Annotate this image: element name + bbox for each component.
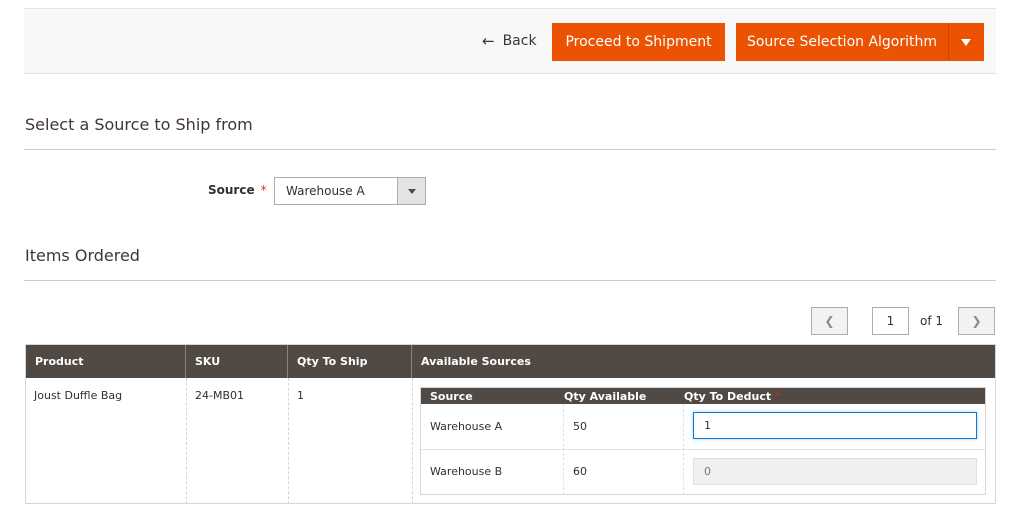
required-marker: * [775,389,781,403]
qty-to-deduct-label: Qty To Deduct [684,389,772,403]
select-caret[interactable] [397,178,425,204]
cell-source: Warehouse B [430,465,503,478]
column-header-qty-to-ship: Qty To Ship [288,345,412,378]
chevron-right-icon: ❯ [971,314,982,328]
row-divider [421,449,985,450]
column-header-qty-to-deduct: Qty To Deduct * [684,388,781,404]
source-selection-algorithm-toggle[interactable] [948,23,984,61]
column-header-available-sources: Available Sources [421,355,531,368]
qty-to-deduct-input-disabled [693,458,977,485]
proceed-to-shipment-button[interactable]: Proceed to Shipment [552,23,725,61]
chevron-down-icon [961,38,971,46]
pager-next-button[interactable]: ❯ [958,307,995,335]
ssa-label: Source Selection Algorithm [746,34,938,50]
sources-table-header: Source Qty Available Qty To Deduct * [421,388,985,404]
column-divider [288,378,289,504]
back-button[interactable]: ← Back [468,23,551,59]
section-divider [24,280,996,281]
column-header-sku: SKU [186,345,288,378]
source-select[interactable]: Warehouse A [274,177,426,205]
column-header-qty-available: Qty Available [564,389,647,403]
column-divider [186,378,187,504]
back-label: Back [502,33,537,49]
chevron-left-icon: ❮ [824,314,835,328]
section-divider [24,149,996,150]
cell-sku: 24-MB01 [195,389,245,402]
cell-qty-available: 60 [573,465,587,478]
column-header-source: Source [430,389,473,403]
cell-qty-available: 50 [573,420,587,433]
source-field-label: Source * [208,183,267,197]
cell-product: Joust Duffle Bag [34,389,123,402]
pager-total: of 1 [920,314,944,328]
source-label-text: Source [208,183,255,197]
source-section-title: Select a Source to Ship from [25,115,253,134]
page-actions-toolbar: ← Back Proceed to Shipment Source Select… [24,8,996,74]
arrow-left-icon: ← [482,32,495,50]
grid-header: Product SKU Qty To Ship Available Source… [26,345,995,378]
items-section-title: Items Ordered [25,246,140,265]
required-marker: * [260,183,267,197]
cell-source: Warehouse A [430,420,503,433]
qty-to-deduct-input[interactable] [693,412,977,439]
available-sources-table: Source Qty Available Qty To Deduct * Ware… [420,387,986,495]
pager-prev-button[interactable]: ❮ [811,307,848,335]
cell-qty-to-ship: 1 [297,389,304,402]
source-select-value: Warehouse A [286,184,365,198]
pager-page-input[interactable] [872,307,909,335]
chevron-down-icon [407,188,416,194]
column-divider [412,378,413,504]
column-header-product: Product [26,345,186,378]
proceed-label: Proceed to Shipment [565,34,712,50]
source-selection-algorithm-button[interactable]: Source Selection Algorithm [736,23,948,61]
